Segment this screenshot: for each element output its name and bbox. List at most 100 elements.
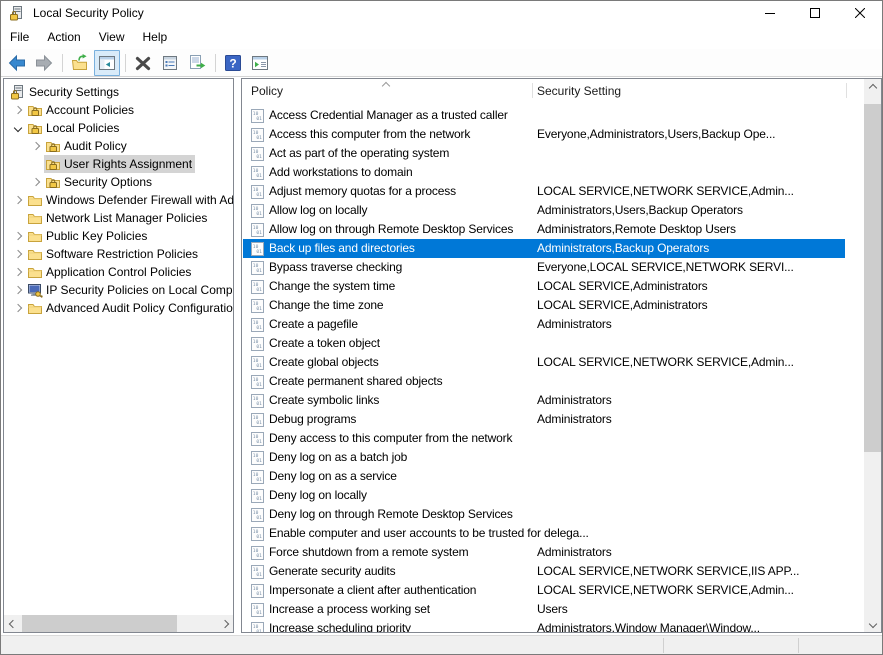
policy-row-enable-computer-and-user-accounts-to-be-tr[interactable]: 1001Enable computer and user accounts to… <box>243 524 845 543</box>
svg-text:01: 01 <box>256 420 262 426</box>
policy-row-back-up-files-and-directories[interactable]: 1001Back up files and directoriesAdminis… <box>243 239 845 258</box>
policy-icon: 1001 <box>251 432 264 446</box>
policy-row-change-the-time-zone[interactable]: 1001Change the time zoneLOCAL SERVICE,Ad… <box>243 296 845 315</box>
policy-name: Generate security audits <box>269 564 395 578</box>
policy-row-access-credential-manager-as-a-trusted-cal[interactable]: 1001Access Credential Manager as a trust… <box>243 106 845 125</box>
chevron-right-icon[interactable] <box>9 281 26 299</box>
column-divider[interactable] <box>846 83 847 98</box>
tree-item-application-control-policies[interactable]: Application Control Policies <box>4 263 234 281</box>
tree-item-user-rights-assignment[interactable]: User Rights Assignment <box>4 155 234 173</box>
svg-text:01: 01 <box>256 287 262 293</box>
svg-text:01: 01 <box>256 477 262 483</box>
up-one-level-button[interactable] <box>67 50 93 76</box>
menu-action[interactable]: Action <box>38 27 89 47</box>
menu-view[interactable]: View <box>90 27 134 47</box>
chevron-right-icon[interactable] <box>27 173 44 191</box>
policy-row-debug-programs[interactable]: 1001Debug programsAdministrators <box>243 410 845 429</box>
policy-row-adjust-memory-quotas-for-a-process[interactable]: 1001Adjust memory quotas for a processLO… <box>243 182 845 201</box>
policy-row-deny-access-to-this-computer-from-the-netw[interactable]: 1001Deny access to this computer from th… <box>243 429 845 448</box>
policy-name: Deny log on as a batch job <box>269 450 407 464</box>
policy-name: Impersonate a client after authenticatio… <box>269 583 476 597</box>
policy-row-create-permanent-shared-objects[interactable]: 1001Create permanent shared objects <box>243 372 845 391</box>
policy-row-generate-security-audits[interactable]: 1001Generate security auditsLOCAL SERVIC… <box>243 562 845 581</box>
policy-row-deny-log-on-through-remote-desktop-service[interactable]: 1001Deny log on through Remote Desktop S… <box>243 505 845 524</box>
chevron-right-icon[interactable] <box>27 137 44 155</box>
tree-item-audit-policy[interactable]: Audit Policy <box>4 137 234 155</box>
chevron-right-icon[interactable] <box>9 245 26 263</box>
security-setting-value: Administrators <box>537 317 845 331</box>
scroll-down-button[interactable] <box>864 615 881 632</box>
column-header-policy[interactable]: Policy <box>251 84 283 98</box>
maximize-button[interactable] <box>792 1 837 25</box>
chevron-left-icon <box>8 619 16 627</box>
chevron-right-icon[interactable] <box>9 299 26 317</box>
scroll-right-button[interactable] <box>216 615 233 632</box>
list-vertical-scrollbar[interactable] <box>864 79 881 632</box>
policy-row-create-global-objects[interactable]: 1001Create global objectsLOCAL SERVICE,N… <box>243 353 845 372</box>
menu-file[interactable]: File <box>1 27 38 47</box>
scrollbar-thumb[interactable] <box>22 615 177 632</box>
chevron-up-icon <box>868 83 876 91</box>
menu-help[interactable]: Help <box>134 27 177 47</box>
scrollbar-thumb[interactable] <box>864 104 881 452</box>
policy-row-increase-a-process-working-set[interactable]: 1001Increase a process working setUsers <box>243 600 845 619</box>
policy-row-change-the-system-time[interactable]: 1001Change the system timeLOCAL SERVICE,… <box>243 277 845 296</box>
chevron-down-icon[interactable] <box>9 119 26 137</box>
policy-name: Access Credential Manager as a trusted c… <box>269 108 508 122</box>
policy-row-deny-log-on-locally[interactable]: 1001Deny log on locally <box>243 486 845 505</box>
policy-name: Access this computer from the network <box>269 127 470 141</box>
chevron-right-icon[interactable] <box>9 227 26 245</box>
chevron-right-icon[interactable] <box>9 191 26 209</box>
policy-row-allow-log-on-through-remote-desktop-servic[interactable]: 1001Allow log on through Remote Desktop … <box>243 220 845 239</box>
back-button[interactable] <box>4 50 30 76</box>
column-header-security-setting[interactable]: Security Setting <box>537 84 621 98</box>
policy-row-create-a-pagefile[interactable]: 1001Create a pagefileAdministrators <box>243 315 845 334</box>
close-button[interactable] <box>837 1 882 25</box>
svg-text:01: 01 <box>256 515 262 521</box>
policy-row-bypass-traverse-checking[interactable]: 1001Bypass traverse checkingEveryone,LOC… <box>243 258 845 277</box>
policy-row-deny-log-on-as-a-service[interactable]: 1001Deny log on as a service <box>243 467 845 486</box>
tree-item-local-policies[interactable]: Local Policies <box>4 119 234 137</box>
properties-button[interactable] <box>157 50 183 76</box>
tree-item-public-key-policies[interactable]: Public Key Policies <box>4 227 234 245</box>
policy-row-increase-scheduling-priority[interactable]: 1001Increase scheduling priorityAdminist… <box>243 619 845 633</box>
tree-item-account-policies[interactable]: Account Policies <box>4 101 234 119</box>
policy-row-create-symbolic-links[interactable]: 1001Create symbolic linksAdministrators <box>243 391 845 410</box>
show-console-tree-button[interactable] <box>94 50 120 76</box>
tree-item-windows-defender-firewall-with-adva[interactable]: Windows Defender Firewall with Adva <box>4 191 234 209</box>
scroll-up-button[interactable] <box>864 79 881 96</box>
tree-item-ip-security-policies-on-local-compute[interactable]: IP Security Policies on Local Compute <box>4 281 234 299</box>
policy-icon: 1001 <box>251 375 264 389</box>
help-button[interactable]: ? <box>220 50 246 76</box>
policy-row-access-this-computer-from-the-network[interactable]: 1001Access this computer from the networ… <box>243 125 845 144</box>
policy-row-add-workstations-to-domain[interactable]: 1001Add workstations to domain <box>243 163 845 182</box>
forward-button[interactable] <box>31 50 57 76</box>
tree-item-advanced-audit-policy-configuration[interactable]: Advanced Audit Policy Configuration <box>4 299 234 317</box>
chevron-right-icon[interactable] <box>9 101 26 119</box>
tree-horizontal-scrollbar[interactable] <box>4 615 233 632</box>
tree-item-network-list-manager-policies[interactable]: Network List Manager Policies <box>4 209 234 227</box>
svg-text:10: 10 <box>253 282 259 288</box>
tree-item-security-options[interactable]: Security Options <box>4 173 234 191</box>
policy-icon: 1001 <box>251 242 264 256</box>
console-tree-icon <box>97 53 117 73</box>
policy-row-deny-log-on-as-a-batch-job[interactable]: 1001Deny log on as a batch job <box>243 448 845 467</box>
policy-row-force-shutdown-from-a-remote-system[interactable]: 1001Force shutdown from a remote systemA… <box>243 543 845 562</box>
scroll-left-button[interactable] <box>4 615 21 632</box>
minimize-button[interactable] <box>747 1 792 25</box>
show-action-pane-button[interactable] <box>247 50 273 76</box>
chevron-right-icon[interactable] <box>9 263 26 281</box>
column-divider[interactable] <box>532 83 533 98</box>
tree-item-label: Public Key Policies <box>44 229 147 243</box>
export-list-button[interactable] <box>184 50 210 76</box>
policy-icon: 1001 <box>251 261 264 275</box>
policy-name: Create a pagefile <box>269 317 358 331</box>
tree-item-security-settings[interactable]: Security Settings <box>4 83 234 101</box>
delete-button[interactable] <box>130 50 156 76</box>
policy-row-act-as-part-of-the-operating-system[interactable]: 1001Act as part of the operating system <box>243 144 845 163</box>
policy-row-create-a-token-object[interactable]: 1001Create a token object <box>243 334 845 353</box>
policy-row-impersonate-a-client-after-authentication[interactable]: 1001Impersonate a client after authentic… <box>243 581 845 600</box>
tree-item-software-restriction-policies[interactable]: Software Restriction Policies <box>4 245 234 263</box>
policy-name: Change the time zone <box>269 298 383 312</box>
policy-row-allow-log-on-locally[interactable]: 1001Allow log on locallyAdministrators,U… <box>243 201 845 220</box>
